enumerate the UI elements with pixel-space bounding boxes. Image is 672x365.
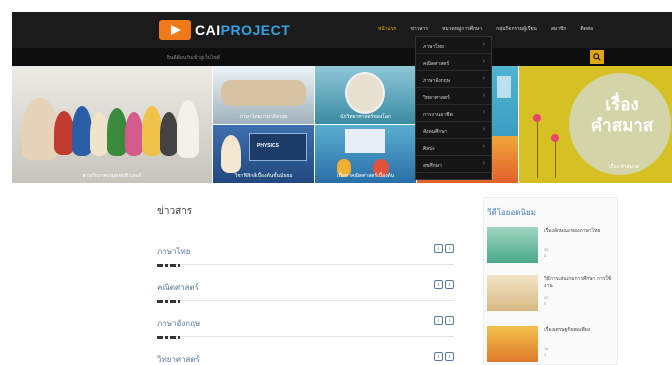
prev-arrow-icon[interactable]: ‹	[434, 316, 443, 325]
video-thumbnail[interactable]	[487, 227, 538, 263]
news-meta	[157, 264, 180, 267]
search-icon	[593, 53, 601, 61]
video-meta: 35 8	[544, 247, 548, 259]
nav-activities[interactable]: กลุ่มกิจกรรมผู้เรียน	[496, 25, 537, 33]
main-content: ข่าวสาร ภาษาไทย ‹ › คณิตศาสตร์ ‹ › ภาษาอ…	[12, 183, 672, 365]
nav-categories[interactable]: หมวดหมู่การศึกษา	[442, 25, 482, 33]
video-likes: 3	[544, 352, 547, 357]
news-pager: ‹ ›	[434, 244, 454, 253]
next-arrow-icon[interactable]: ›	[445, 280, 454, 289]
popular-videos-title: วีดีโอยอดนิยม	[487, 208, 536, 217]
video-item[interactable]: เรื่องลักษณะของภาษาไทย 35 8	[487, 227, 617, 263]
video-title[interactable]: วิธีการเล่นเกมการศึกษา การใช้งาน	[544, 276, 616, 290]
video-thumbnail[interactable]	[487, 326, 538, 362]
dropdown-item-math[interactable]: คณิตศาสตร์	[416, 54, 491, 71]
dropdown-item-art[interactable]: ศิลปะ	[416, 139, 491, 156]
video-item[interactable]: วิธีการเล่นเกมการศึกษา การใช้งาน 22 5	[487, 275, 617, 311]
banner-tile-scientists[interactable]: นักวิทยาศาสตร์ของโลก	[315, 66, 416, 124]
news-category-row: วิทยาศาสตร์ ‹ ›	[157, 336, 454, 365]
dropdown-item-social[interactable]: สังคมศึกษา	[416, 122, 491, 139]
logo-text-cai: CAI	[195, 22, 221, 38]
news-meta	[157, 300, 180, 303]
nav-members[interactable]: สมาชิก	[551, 25, 567, 33]
dropdown-item-science[interactable]: วิทยาศาสตร์	[416, 88, 491, 105]
news-list: ภาษาไทย ‹ › คณิตศาสตร์ ‹ › ภาษาอังกฤษ ‹ …	[157, 235, 454, 365]
news-pager: ‹ ›	[434, 352, 454, 361]
news-category-row: ภาษาอังกฤษ ‹ ›	[157, 300, 454, 337]
next-arrow-icon[interactable]: ›	[445, 352, 454, 361]
dropdown-item-career[interactable]: การงานอาชีพ	[416, 105, 491, 122]
logo-text: CAIPROJECT	[195, 22, 290, 38]
news-pager: ‹ ›	[434, 316, 454, 325]
banner-caption: วิชาฟิสิกส์เบื้องต้นชั้นมัธยม	[234, 173, 293, 179]
banner-tile-physics[interactable]: PHYSICS วิชาฟิสิกส์เบื้องต้นชั้นมัธยม	[213, 125, 314, 183]
categories-dropdown: ภาษาไทย คณิตศาสตร์ ภาษาอังกฤษ วิทยาศาสตร…	[415, 36, 492, 180]
video-title[interactable]: เรื่องเศรษฐกิจพอเพียง	[544, 327, 616, 334]
main-nav: หน้าแรก ข่าวสาร หมวดหมู่การศึกษา กลุ่มกิ…	[378, 25, 593, 33]
banner-tile-language[interactable]: ภาษาไทยภาษาอังกฤษ	[213, 66, 314, 124]
welcome-text: ยินดีต้อนรับเข้าสู่เว็บไซต์	[167, 55, 220, 61]
video-thumbnail[interactable]	[487, 275, 538, 311]
news-meta	[157, 336, 180, 339]
news-category-row: คณิตศาสตร์ ‹ ›	[157, 264, 454, 301]
dropdown-item-thai[interactable]: ภาษาไทย	[416, 37, 491, 54]
nav-contact[interactable]: ติดต่อ	[580, 25, 593, 33]
prev-arrow-icon[interactable]: ‹	[434, 280, 443, 289]
video-likes: 8	[544, 253, 547, 258]
logo-text-project: PROJECT	[220, 22, 291, 38]
next-arrow-icon[interactable]: ›	[445, 316, 454, 325]
banner-caption: ภาษาไทยภาษาอังกฤษ	[239, 114, 288, 120]
news-pager: ‹ ›	[434, 280, 454, 289]
banner-tile-kham-samat[interactable]: เรื่อง คำสมาส เรื่อง คำสมาส	[519, 66, 672, 183]
sub-bar: ยินดีต้อนรับเข้าสู่เว็บไซต์	[12, 48, 672, 66]
top-navbar: CAIPROJECT หน้าแรก ข่าวสาร หมวดหมู่การศึ…	[12, 12, 672, 48]
banner-caption: เนื้อหาคณิตศาสตร์เบื้องต้น	[336, 173, 395, 179]
banner-caption: นักวิทยาศาสตร์ของโลก	[340, 114, 391, 120]
news-category-row: ภาษาไทย ‹ ›	[157, 235, 454, 265]
video-meta: 22 5	[544, 295, 548, 307]
popular-videos-panel: วีดีโอยอดนิยม เรื่องลักษณะของภาษาไทย 35 …	[483, 197, 618, 365]
dropdown-item-english[interactable]: ภาษาอังกฤษ	[416, 71, 491, 88]
news-category-link[interactable]: ภาษาไทย	[157, 245, 191, 258]
news-category-link[interactable]: วิทยาศาสตร์	[157, 353, 200, 365]
video-likes: 5	[544, 301, 547, 306]
prev-arrow-icon[interactable]: ‹	[434, 352, 443, 361]
hero-banner: สามก๊กภาคเกมคอมพิวเตอร์ ภาษาไทยภาษาอังกฤ…	[12, 66, 672, 183]
play-logo-icon	[159, 20, 191, 40]
dropdown-item-health[interactable]: สุขศึกษา	[416, 156, 491, 173]
banner-tile-math[interactable]: เนื้อหาคณิตศาสตร์เบื้องต้น	[315, 125, 416, 183]
news-section-title: ข่าวสาร	[157, 206, 193, 217]
next-arrow-icon[interactable]: ›	[445, 244, 454, 253]
video-item[interactable]: เรื่องเศรษฐกิจพอเพียง 18 3	[487, 326, 617, 362]
nav-news[interactable]: ข่าวสาร	[410, 25, 428, 33]
site-logo[interactable]: CAIPROJECT	[159, 20, 290, 40]
banner-caption: เรื่อง คำสมาส	[609, 164, 639, 170]
news-category-link[interactable]: ภาษาอังกฤษ	[157, 317, 200, 330]
banner-big-title: เรื่อง คำสมาส	[572, 94, 672, 136]
banner-big-title-line1: เรื่อง	[605, 95, 639, 114]
banner-caption: สามก๊กภาคเกมคอมพิวเตอร์	[82, 173, 142, 179]
search-button[interactable]	[590, 50, 604, 64]
banner-tile-sam-kok[interactable]: สามก๊กภาคเกมคอมพิวเตอร์	[12, 66, 212, 183]
video-meta: 18 3	[544, 346, 548, 358]
video-title[interactable]: เรื่องลักษณะของภาษาไทย	[544, 228, 616, 235]
physics-label: PHYSICS	[257, 143, 279, 149]
nav-home[interactable]: หน้าแรก	[378, 25, 396, 33]
banner-big-title-line2: คำสมาส	[590, 116, 654, 135]
prev-arrow-icon[interactable]: ‹	[434, 244, 443, 253]
news-category-link[interactable]: คณิตศาสตร์	[157, 281, 199, 294]
